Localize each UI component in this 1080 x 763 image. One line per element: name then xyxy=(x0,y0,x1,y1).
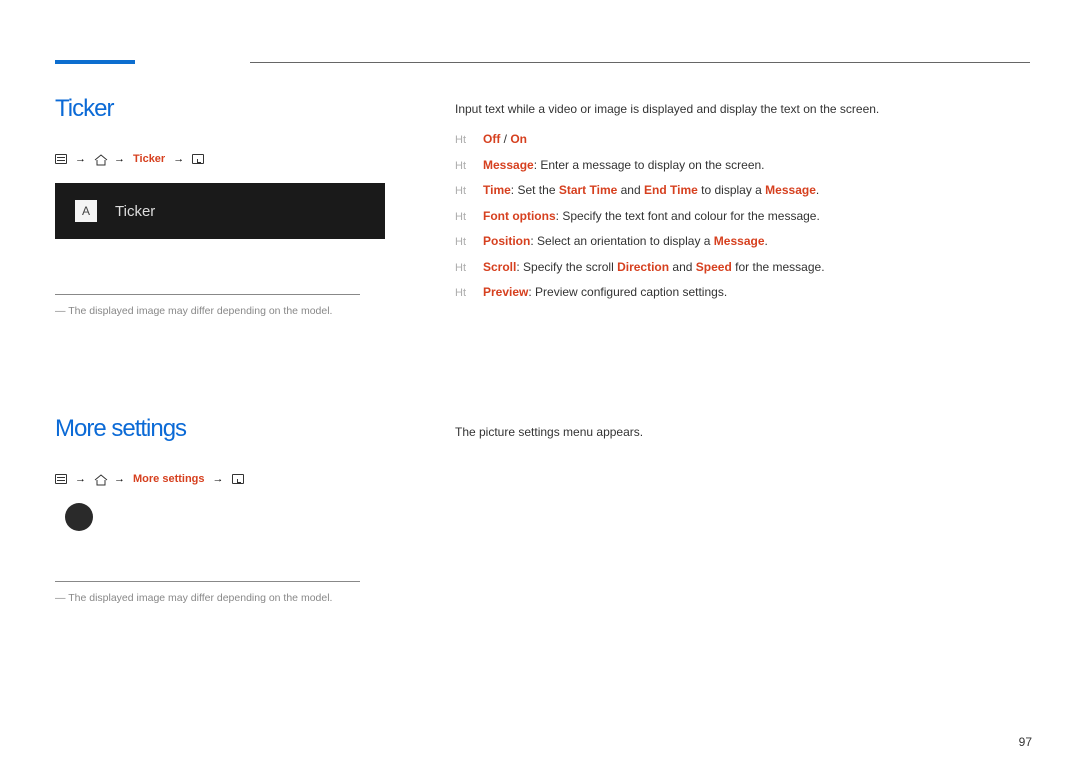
more-settings-text: The picture settings menu appears. xyxy=(455,425,643,439)
home-icon xyxy=(94,154,106,164)
separator-line xyxy=(55,581,360,582)
bullet-icon: Ht xyxy=(455,132,473,149)
menu-icon xyxy=(55,474,67,484)
hl-start-time: Start Time xyxy=(559,183,617,197)
message-text: : Enter a message to display on the scre… xyxy=(534,158,765,172)
bullet-off-on: Ht Off / On xyxy=(455,130,1030,149)
menu-icon xyxy=(55,154,67,164)
path-label-more-settings: More settings xyxy=(133,473,205,485)
ticker-preview-box: A Ticker xyxy=(55,183,385,239)
ticker-nav-path: → → Ticker → xyxy=(55,153,385,165)
more-settings-disclaimer: ― The displayed image may differ dependi… xyxy=(55,592,385,604)
section-ticker-left: Ticker → → Ticker → A Ticker ― The displ… xyxy=(55,95,385,317)
bullet-body: Position: Select an orientation to displ… xyxy=(483,232,768,250)
bullet-icon: Ht xyxy=(455,260,473,277)
bullet-body: Preview: Preview configured caption sett… xyxy=(483,283,727,301)
hl-message: Message xyxy=(483,158,534,172)
bullet-body: Scroll: Specify the scroll Direction and… xyxy=(483,258,825,276)
more-settings-description: The picture settings menu appears. xyxy=(455,425,1030,439)
ticker-bullet-list: Ht Off / On Ht Message: Enter a message … xyxy=(455,130,1030,302)
ticker-box-label: Ticker xyxy=(115,203,155,220)
page-number: 97 xyxy=(1019,735,1032,749)
path-label-ticker: Ticker xyxy=(133,153,165,165)
ticker-letter-badge: A xyxy=(75,200,97,222)
path-arrow: → xyxy=(114,153,125,165)
bullet-position: Ht Position: Select an orientation to di… xyxy=(455,232,1030,251)
more-settings-nav-path: → → More settings → xyxy=(55,473,385,485)
hl-time: Time xyxy=(483,183,511,197)
bullet-icon: Ht xyxy=(455,285,473,302)
bullet-time: Ht Time: Set the Start Time and End Time… xyxy=(455,181,1030,200)
bullet-body: Time: Set the Start Time and End Time to… xyxy=(483,181,819,199)
path-arrow: → xyxy=(173,153,184,165)
hl-off: Off xyxy=(483,132,500,146)
bullet-icon: Ht xyxy=(455,183,473,200)
path-arrow: → xyxy=(75,473,86,485)
hl-font-options: Font options xyxy=(483,209,556,223)
ticker-disclaimer: ― The displayed image may differ dependi… xyxy=(55,305,385,317)
bullet-icon: Ht xyxy=(455,209,473,226)
ticker-description: Input text while a video or image is dis… xyxy=(455,100,1030,309)
bullet-body: Font options: Specify the text font and … xyxy=(483,207,820,225)
bullet-icon: Ht xyxy=(455,158,473,175)
ticker-intro-text: Input text while a video or image is dis… xyxy=(455,100,1030,118)
enter-icon xyxy=(232,474,244,484)
enter-icon xyxy=(192,154,204,164)
dash-glyph: ― xyxy=(55,305,66,317)
dash-glyph: ― xyxy=(55,592,66,604)
bullet-body: Message: Enter a message to display on t… xyxy=(483,156,765,174)
sep: / xyxy=(500,132,510,146)
disclaimer-text: The displayed image may differ depending… xyxy=(68,305,332,317)
accent-bar xyxy=(55,60,135,64)
bullet-message: Ht Message: Enter a message to display o… xyxy=(455,156,1030,175)
bullet-icon: Ht xyxy=(455,234,473,251)
home-icon xyxy=(94,474,106,484)
hl-speed: Speed xyxy=(696,260,732,274)
path-arrow: → xyxy=(213,473,224,485)
path-arrow: → xyxy=(114,473,125,485)
path-arrow: → xyxy=(75,153,86,165)
hl-on: On xyxy=(510,132,527,146)
hl-end-time: End Time xyxy=(644,183,698,197)
hl-msg: Message xyxy=(765,183,816,197)
section-more-settings-left: More settings → → More settings → ― The … xyxy=(55,415,385,604)
bullet-scroll: Ht Scroll: Specify the scroll Direction … xyxy=(455,258,1030,277)
settings-circle-icon xyxy=(65,503,93,531)
bullet-preview: Ht Preview: Preview configured caption s… xyxy=(455,283,1030,302)
more-settings-heading: More settings xyxy=(55,415,385,443)
bullet-body: Off / On xyxy=(483,130,527,148)
separator-line xyxy=(55,294,360,295)
disclaimer-text: The displayed image may differ depending… xyxy=(68,592,332,604)
header-rule xyxy=(250,62,1030,63)
hl-direction: Direction xyxy=(617,260,669,274)
hl-position: Position xyxy=(483,234,530,248)
hl-msg2: Message xyxy=(714,234,765,248)
hl-preview: Preview xyxy=(483,285,528,299)
ticker-heading: Ticker xyxy=(55,95,385,123)
hl-scroll: Scroll xyxy=(483,260,516,274)
bullet-font-options: Ht Font options: Specify the text font a… xyxy=(455,207,1030,226)
